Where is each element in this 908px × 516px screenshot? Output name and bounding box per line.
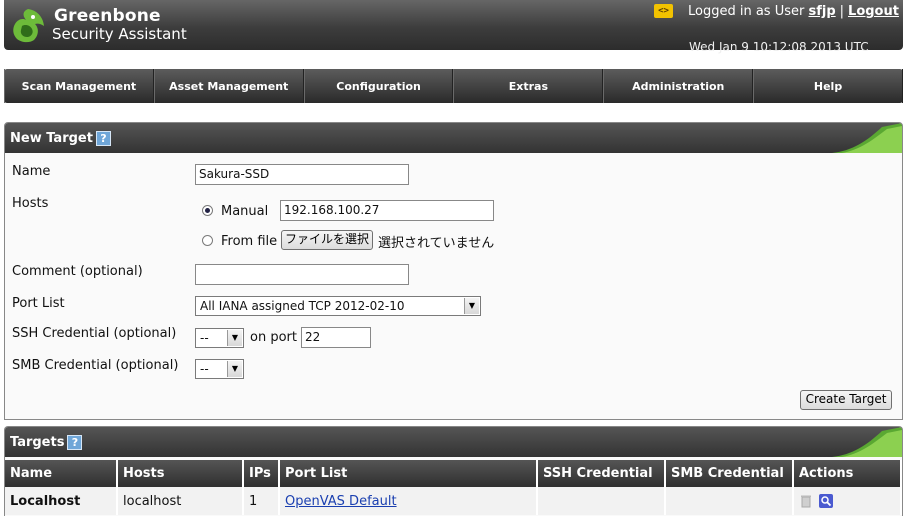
nav-configuration[interactable]: Configuration [303, 69, 454, 103]
port-list-label: Port List [12, 296, 65, 311]
panel-title: New Target [10, 130, 93, 146]
ssh-credential-value: -- [200, 331, 209, 345]
new-target-panel: New Target ? Name Sakura-SSD Hosts Manua… [4, 122, 903, 420]
row-name: Localhost [5, 487, 118, 515]
nav-extras[interactable]: Extras [453, 69, 604, 103]
chevron-down-icon: ▼ [464, 298, 479, 314]
col-ips[interactable]: IPs [243, 460, 280, 487]
details-magnifier-icon[interactable] [819, 494, 834, 508]
login-separator: | [839, 4, 845, 19]
app-header: Greenbone Security Assistant <> Logged i… [4, 0, 903, 54]
col-actions: Actions [793, 460, 902, 487]
nav-scan-management[interactable]: Scan Management [4, 69, 154, 103]
col-smb-credential[interactable]: SMB Credential [665, 460, 794, 487]
from-file-label: From file [221, 234, 278, 249]
panel-title: Targets [10, 434, 65, 450]
comment-input[interactable] [195, 264, 409, 285]
help-icon[interactable]: ? [67, 434, 83, 450]
name-label: Name [12, 164, 51, 179]
logout-link[interactable]: Logout [848, 4, 899, 19]
create-target-button[interactable]: Create Target [800, 390, 892, 410]
brand-name: Greenbone [54, 6, 161, 26]
col-ssh-credential[interactable]: SSH Credential [537, 460, 666, 487]
row-hosts: localhost [117, 487, 244, 515]
choose-file-button[interactable]: ファイルを選択 [281, 230, 373, 250]
file-status: 選択されていません [378, 236, 495, 251]
brand-subtitle: Security Assistant [52, 25, 187, 43]
from-file-radio[interactable] [202, 235, 213, 246]
nav-asset-management[interactable]: Asset Management [153, 69, 304, 103]
green-swoosh-icon [832, 427, 902, 457]
new-target-header: New Target ? [5, 123, 902, 153]
datetime: Wed Jan 9 10:12:08 2013 UTC [689, 40, 869, 54]
manual-label: Manual [221, 204, 269, 219]
chevron-down-icon: ▼ [227, 330, 242, 346]
greenbone-logo-icon [13, 9, 44, 43]
chevron-down-icon: ▼ [227, 361, 242, 377]
port-list-value: All IANA assigned TCP 2012-02-10 [200, 299, 405, 313]
ssh-port-input[interactable]: 22 [301, 327, 371, 348]
login-status: Logged in as User sfjp | Logout [688, 4, 899, 19]
green-swoosh-icon [832, 123, 902, 153]
row-actions [793, 487, 902, 515]
nav-help[interactable]: Help [753, 69, 903, 103]
trash-icon[interactable] [799, 494, 813, 508]
ssh-credential-label: SSH Credential (optional) [12, 326, 177, 341]
code-icon[interactable]: <> [654, 4, 673, 18]
manual-radio[interactable] [202, 205, 213, 216]
col-port-list[interactable]: Port List [279, 460, 538, 487]
ssh-credential-select[interactable]: -- ▼ [195, 328, 244, 348]
comment-label: Comment (optional) [12, 264, 143, 279]
row-ips: 1 [243, 487, 280, 515]
port-list-link[interactable]: OpenVAS Default [285, 494, 397, 509]
on-port-label: on port [250, 330, 297, 345]
port-list-select[interactable]: All IANA assigned TCP 2012-02-10 ▼ [195, 296, 481, 316]
nav-administration[interactable]: Administration [603, 69, 754, 103]
name-input[interactable]: Sakura-SSD [195, 164, 409, 185]
targets-table: Name Hosts IPs Port List SSH Credential … [5, 460, 902, 515]
targets-panel: Targets ? Name Hosts IPs Port List SSH C… [4, 426, 903, 516]
smb-credential-value: -- [200, 362, 209, 376]
username-link[interactable]: sfjp [808, 4, 835, 19]
main-nav: Scan Management Asset Management Configu… [4, 69, 903, 103]
row-port-list: OpenVAS Default [279, 487, 538, 515]
col-name[interactable]: Name [5, 460, 118, 487]
smb-credential-label: SMB Credential (optional) [12, 358, 179, 373]
manual-hosts-input[interactable]: 192.168.100.27 [280, 200, 494, 221]
table-header-row: Name Hosts IPs Port List SSH Credential … [5, 460, 902, 487]
smb-credential-select[interactable]: -- ▼ [195, 359, 244, 379]
row-smb [665, 487, 794, 515]
logged-in-prefix: Logged in as User [688, 4, 805, 19]
table-row: Localhost localhost 1 OpenVAS Default [5, 487, 902, 515]
targets-header: Targets ? [5, 427, 902, 457]
row-ssh [537, 487, 666, 515]
help-icon[interactable]: ? [95, 130, 111, 146]
hosts-label: Hosts [12, 196, 49, 211]
col-hosts[interactable]: Hosts [117, 460, 244, 487]
